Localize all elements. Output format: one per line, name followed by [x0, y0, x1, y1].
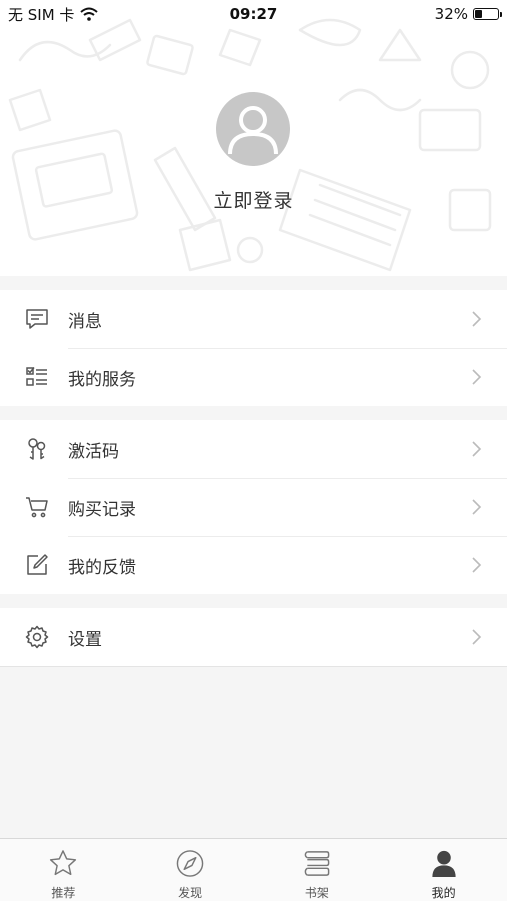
login-link[interactable]: 立即登录	[0, 186, 507, 213]
battery-icon	[473, 8, 502, 20]
menu-item-my-services[interactable]: 我的服务	[0, 348, 507, 406]
menu-item-label: 消息	[68, 311, 102, 332]
tab-mine[interactable]: 我的	[380, 839, 507, 901]
chevron-right-icon	[472, 369, 482, 385]
tab-label: 推荐	[51, 886, 76, 900]
menu-item-my-feedback[interactable]: 我的反馈	[0, 536, 507, 594]
battery-level	[475, 10, 482, 18]
key-icon	[24, 436, 50, 462]
tab-label: 我的	[431, 886, 456, 900]
tab-discover[interactable]: 发现	[127, 839, 254, 901]
wifi-icon	[80, 7, 99, 21]
tab-recommend[interactable]: 推荐	[0, 839, 127, 901]
tab-bookshelf[interactable]: 书架	[254, 839, 381, 901]
menu-group-settings: 设置	[0, 608, 507, 667]
tab-label: 书架	[304, 886, 329, 900]
services-list-icon	[24, 364, 50, 390]
chevron-right-icon	[472, 499, 482, 515]
menu-group-account: 激活码 购买记录 我的反馈	[0, 420, 507, 594]
avatar[interactable]	[216, 92, 290, 166]
menu-item-label: 激活码	[68, 441, 119, 462]
gear-icon	[24, 624, 50, 650]
menu-item-settings[interactable]: 设置	[0, 608, 507, 666]
message-icon	[24, 306, 50, 332]
default-avatar-icon	[228, 106, 278, 155]
user-icon	[432, 850, 456, 878]
bookshelf-icon	[304, 851, 330, 876]
chevron-right-icon	[472, 441, 482, 457]
profile-header: 立即登录	[0, 0, 507, 276]
chevron-right-icon	[472, 311, 482, 327]
menu-item-label: 我的反馈	[68, 557, 136, 578]
menu-group-messages: 消息 我的服务	[0, 290, 507, 406]
status-bar: 无 SIM 卡 09:27 32%	[0, 0, 507, 28]
compass-icon	[176, 850, 204, 877]
chevron-right-icon	[472, 557, 482, 573]
carrier-label: 无 SIM 卡	[8, 5, 75, 24]
bottom-tab-bar: 推荐 发现 书架 我的	[0, 838, 507, 901]
menu-item-purchase-history[interactable]: 购买记录	[0, 478, 507, 536]
menu-item-activation-code[interactable]: 激活码	[0, 420, 507, 478]
menu-item-label: 设置	[68, 629, 102, 650]
chevron-right-icon	[472, 629, 482, 645]
menu-item-messages[interactable]: 消息	[0, 290, 507, 348]
cart-icon	[24, 494, 50, 520]
star-icon	[50, 850, 77, 876]
tab-label: 发现	[178, 886, 203, 900]
menu-item-label: 我的服务	[68, 369, 136, 390]
edit-icon	[24, 552, 50, 578]
battery-percent: 32%	[434, 5, 468, 23]
menu-item-label: 购买记录	[68, 499, 136, 520]
